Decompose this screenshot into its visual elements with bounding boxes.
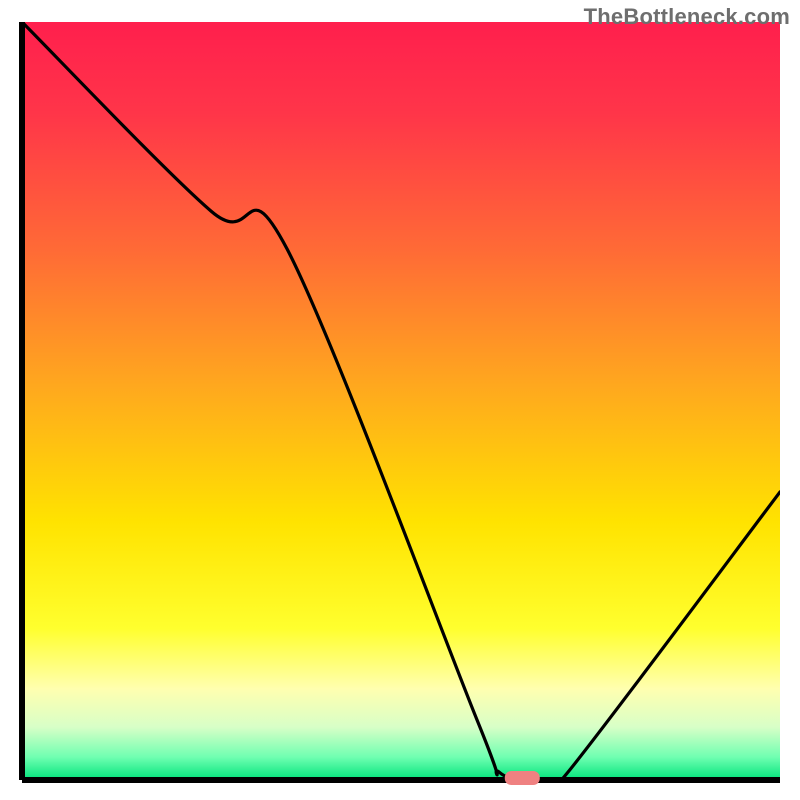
watermark-text: TheBottleneck.com: [584, 4, 790, 30]
bottleneck-chart: [0, 0, 800, 800]
optimal-marker: [505, 772, 539, 785]
gradient-background: [22, 22, 780, 780]
chart-container: TheBottleneck.com: [0, 0, 800, 800]
